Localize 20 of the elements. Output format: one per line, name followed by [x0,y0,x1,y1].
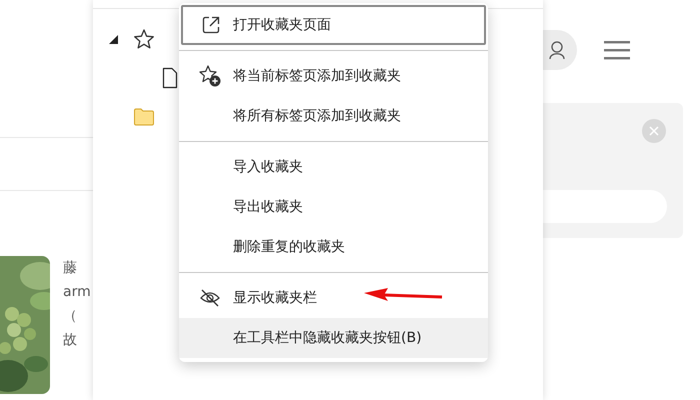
menu-icon[interactable] [604,40,630,60]
eye-off-icon [199,288,221,308]
star-icon[interactable] [133,28,155,50]
menu-item[interactable]: 将所有标签页添加到收藏夹 [179,96,488,136]
profile-icon[interactable] [543,30,577,70]
menu-item[interactable]: 删除重复的收藏夹 [179,227,488,267]
menu-item[interactable]: 在工具栏中隐藏收藏夹按钮(B) [179,318,488,358]
expand-arrow-icon[interactable] [109,34,118,44]
menu-item[interactable]: 显示收藏夹栏 [179,278,488,318]
article-text: arm [63,283,91,302]
article-text: （ [63,307,78,326]
article-text: 故 [63,331,78,350]
article-text: 藤 [63,259,78,278]
menu-item[interactable]: 导入收藏夹 [179,147,488,187]
input-field[interactable] [543,190,667,223]
menu-item[interactable]: 导出收藏夹 [179,187,488,227]
menu-item[interactable]: 打开收藏夹页面 [181,5,486,45]
menu-item[interactable]: 将当前标签页添加到收藏夹 [179,56,488,96]
star-add-icon [198,64,222,88]
open-external-icon [201,15,221,35]
